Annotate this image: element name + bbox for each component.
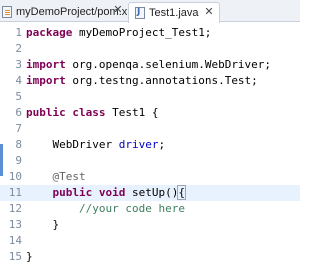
editor-tab-bar: myDemoProject/pom.xml ✕ Test1.java ✕ xyxy=(0,0,300,23)
code-token: driver xyxy=(118,138,159,151)
line-number: 7 xyxy=(15,122,22,135)
code-token: org.openqa.selenium.WebDriver; xyxy=(65,58,272,71)
code-token: setUp() xyxy=(125,186,179,199)
code-token: //your code here xyxy=(78,202,185,215)
code-line[interactable]: 7 xyxy=(0,121,300,137)
code-token: WebDriver xyxy=(26,138,119,151)
line-number: 5 xyxy=(15,90,22,103)
code-token: Test1 { xyxy=(105,106,159,119)
code-text: //your code here xyxy=(26,201,185,217)
close-icon[interactable]: ✕ xyxy=(112,3,124,16)
code-text: } xyxy=(26,249,33,265)
line-number: 15 xyxy=(8,250,22,263)
code-text: WebDriver driver; xyxy=(26,137,165,153)
code-text: public class Test1 { xyxy=(26,105,158,121)
line-number: 4 xyxy=(15,74,22,87)
code-token: void xyxy=(98,186,126,199)
java-file-icon xyxy=(135,7,145,19)
code-line[interactable]: 15} xyxy=(0,249,300,265)
code-line[interactable]: 3 import org.openqa.selenium.WebDriver; xyxy=(0,57,300,73)
code-text: import org.testng.annotations.Test; xyxy=(26,73,258,89)
code-text: import org.openqa.selenium.WebDriver; xyxy=(26,57,271,73)
code-line[interactable]: 14 xyxy=(0,233,300,249)
code-token: } xyxy=(26,250,33,263)
code-token: import xyxy=(26,74,66,87)
code-token: org.testng.annotations.Test; xyxy=(65,74,258,87)
code-line[interactable]: 1 package myDemoProject_Test1; xyxy=(0,25,300,41)
tab-pom-xml[interactable]: myDemoProject/pom.xml ✕ xyxy=(0,2,139,22)
tab-label: Test1.java xyxy=(149,7,199,19)
code-token: package xyxy=(26,26,73,39)
line-number: 8 xyxy=(15,138,22,151)
code-token: ; xyxy=(158,138,166,151)
code-token: } xyxy=(52,218,60,231)
line-number: 9 xyxy=(15,154,22,167)
code-token: import xyxy=(26,58,66,71)
close-icon[interactable]: ✕ xyxy=(203,5,215,18)
code-line[interactable]: 13 } xyxy=(0,217,300,233)
code-line[interactable]: 12 //your code here xyxy=(0,201,300,217)
code-line[interactable]: 6 public class Test1 { xyxy=(0,105,300,121)
line-number: 2 xyxy=(15,42,22,55)
line-number: 6 xyxy=(15,106,22,119)
code-text: @Test xyxy=(26,169,86,185)
code-token: { xyxy=(177,185,186,200)
line-number: 14 xyxy=(8,234,22,247)
code-line[interactable]: 8 WebDriver driver; xyxy=(0,137,300,153)
code-text: } xyxy=(26,217,60,233)
xml-file-icon xyxy=(2,6,12,18)
code-line[interactable]: 10 @Test xyxy=(0,169,300,185)
line-number: 10 xyxy=(8,170,22,183)
code-line[interactable]: 2 xyxy=(0,41,300,57)
code-text: public void setUp(){ xyxy=(26,185,186,201)
code-token: public xyxy=(26,106,66,119)
code-token: @Test xyxy=(52,170,86,183)
code-token: public xyxy=(52,186,93,199)
code-token: class xyxy=(72,106,106,119)
code-line[interactable]: 4 import org.testng.annotations.Test; xyxy=(0,73,300,89)
line-number: 1 xyxy=(15,26,22,39)
tab-test1-java[interactable]: Test1.java ✕ xyxy=(128,2,220,23)
code-text: package myDemoProject_Test1; xyxy=(26,25,211,41)
line-number: 13 xyxy=(8,218,22,231)
line-number: 11 xyxy=(8,186,22,199)
line-number: 12 xyxy=(8,202,22,215)
code-line[interactable]: 5 xyxy=(0,89,300,105)
code-line[interactable]: 11 public void setUp(){ xyxy=(0,185,300,201)
code-editor[interactable]: 1 package myDemoProject_Test1; 2 3 import or… xyxy=(0,22,300,263)
text-caret xyxy=(184,186,186,198)
line-number: 3 xyxy=(15,58,22,71)
code-token: myDemoProject_Test1; xyxy=(72,26,212,39)
code-line[interactable]: 9 xyxy=(0,153,300,169)
